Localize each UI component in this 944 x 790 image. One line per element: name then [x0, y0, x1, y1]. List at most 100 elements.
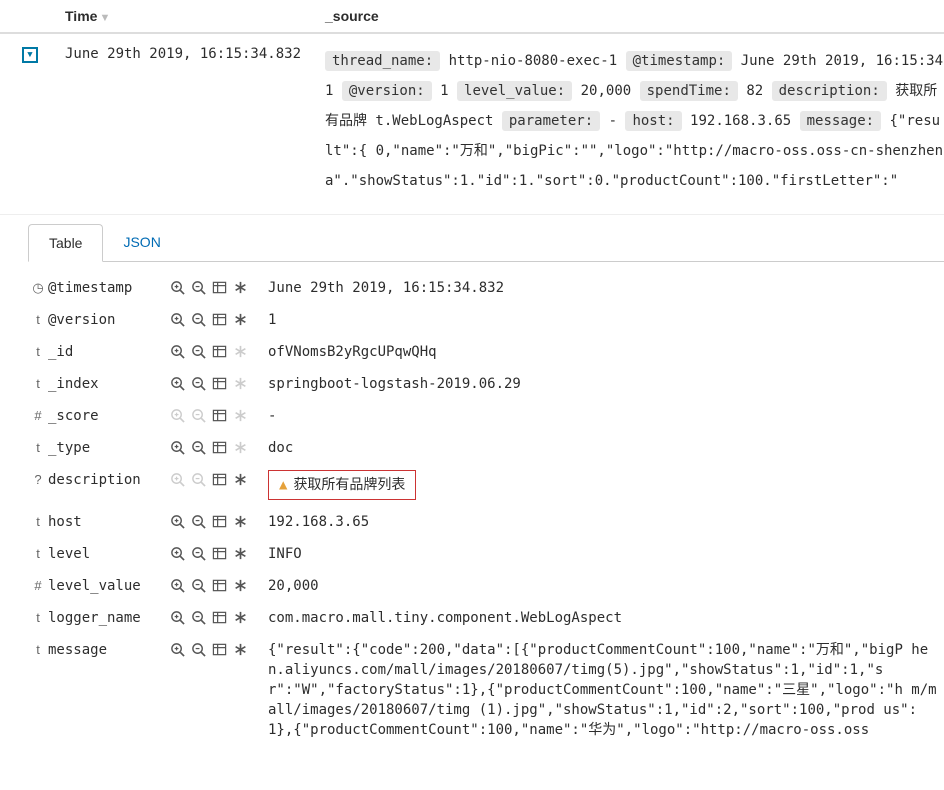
- field-detail-table: ◷ @timestamp June 29th 2019, 16:15:34.832 t…: [28, 272, 944, 746]
- filter-for-value-icon[interactable]: [170, 344, 185, 359]
- field-row: #level_value20,000: [28, 570, 944, 602]
- filter-for-value-icon[interactable]: [170, 440, 185, 455]
- field-badge: level_value:: [457, 81, 572, 101]
- field-row: tlevelINFO: [28, 538, 944, 570]
- field-badge: description:: [772, 81, 887, 101]
- filter-exists-icon[interactable]: [233, 610, 248, 625]
- tab-json[interactable]: JSON: [103, 224, 180, 262]
- filter-exists-icon[interactable]: [233, 408, 248, 423]
- field-name: level_value: [48, 576, 170, 596]
- filter-exists-icon[interactable]: [233, 376, 248, 391]
- toggle-column-icon[interactable]: [212, 642, 227, 657]
- filter-for-value-icon[interactable]: [170, 376, 185, 391]
- field-name: _id: [48, 342, 170, 362]
- tab-table[interactable]: Table: [28, 224, 103, 262]
- toggle-column-icon[interactable]: [212, 546, 227, 561]
- detail-tabs: Table JSON: [28, 223, 944, 262]
- filter-for-value-icon[interactable]: [170, 546, 185, 561]
- filter-out-value-icon[interactable]: [191, 514, 206, 529]
- expand-toggle-button[interactable]: ▼: [22, 47, 38, 63]
- toggle-column-icon[interactable]: [212, 472, 227, 487]
- toggle-column-icon[interactable]: [212, 610, 227, 625]
- toggle-column-icon[interactable]: [212, 344, 227, 359]
- filter-exists-icon[interactable]: [233, 344, 248, 359]
- field-badge: parameter:: [502, 111, 600, 131]
- field-type-icon: #: [28, 406, 48, 426]
- field-type-icon: ◷: [28, 278, 48, 298]
- field-actions: [170, 438, 268, 455]
- filter-out-value-icon[interactable]: [191, 408, 206, 423]
- field-actions: [170, 406, 268, 423]
- toggle-column-icon[interactable]: [212, 376, 227, 391]
- doc-source-value: thread_name: http-nio-8080-exec-1 @times…: [325, 46, 944, 196]
- field-actions: [170, 470, 268, 487]
- filter-out-value-icon[interactable]: [191, 280, 206, 295]
- field-type-icon: t: [28, 512, 48, 532]
- field-name: @timestamp: [48, 278, 170, 298]
- field-row: t_typedoc: [28, 432, 944, 464]
- field-row: t_indexspringboot-logstash-2019.06.29: [28, 368, 944, 400]
- field-badge: @timestamp:: [626, 51, 733, 71]
- filter-for-value-icon[interactable]: [170, 578, 185, 593]
- field-value: ofVNomsB2yRgcUPqwQHq: [268, 344, 437, 360]
- filter-out-value-icon[interactable]: [191, 578, 206, 593]
- field-actions: [170, 278, 268, 295]
- clock-icon: ◷: [32, 280, 43, 295]
- field-value: June 29th 2019, 16:15:34.832: [268, 280, 504, 296]
- field-type-icon: t: [28, 310, 48, 330]
- column-header-source[interactable]: _source: [325, 8, 944, 24]
- filter-exists-icon[interactable]: [233, 514, 248, 529]
- field-badge: @version:: [342, 81, 432, 101]
- filter-exists-icon[interactable]: [233, 312, 248, 327]
- field-badge: thread_name:: [325, 51, 440, 71]
- filter-for-value-icon[interactable]: [170, 514, 185, 529]
- field-value: com.macro.mall.tiny.component.WebLogAspe…: [268, 610, 622, 626]
- toggle-column-icon[interactable]: [212, 440, 227, 455]
- field-name: host: [48, 512, 170, 532]
- field-row: ?description▲获取所有品牌列表: [28, 464, 944, 506]
- field-value-warning: ▲获取所有品牌列表: [268, 470, 416, 500]
- filter-out-value-icon[interactable]: [191, 344, 206, 359]
- toggle-column-icon[interactable]: [212, 312, 227, 327]
- table-header: Time▼ _source: [0, 0, 944, 34]
- field-actions: [170, 576, 268, 593]
- field-row: ◷ @timestamp June 29th 2019, 16:15:34.832: [28, 272, 944, 304]
- filter-for-value-icon[interactable]: [170, 280, 185, 295]
- filter-for-value-icon[interactable]: [170, 408, 185, 423]
- filter-out-value-icon[interactable]: [191, 642, 206, 657]
- column-header-time[interactable]: Time▼: [45, 8, 325, 24]
- filter-exists-icon[interactable]: [233, 578, 248, 593]
- filter-for-value-icon[interactable]: [170, 642, 185, 657]
- filter-exists-icon[interactable]: [233, 642, 248, 657]
- filter-out-value-icon[interactable]: [191, 312, 206, 327]
- filter-out-value-icon[interactable]: [191, 376, 206, 391]
- filter-exists-icon[interactable]: [233, 440, 248, 455]
- document-row: ▼ June 29th 2019, 16:15:34.832 thread_na…: [0, 34, 944, 215]
- field-name: @version: [48, 310, 170, 330]
- filter-for-value-icon[interactable]: [170, 610, 185, 625]
- field-value: INFO: [268, 546, 302, 562]
- filter-out-value-icon[interactable]: [191, 546, 206, 561]
- toggle-column-icon[interactable]: [212, 280, 227, 295]
- filter-exists-icon[interactable]: [233, 472, 248, 487]
- field-actions: [170, 544, 268, 561]
- filter-exists-icon[interactable]: [233, 546, 248, 561]
- field-actions: [170, 512, 268, 529]
- filter-out-value-icon[interactable]: [191, 610, 206, 625]
- field-value: springboot-logstash-2019.06.29: [268, 376, 521, 392]
- field-type-icon: t: [28, 342, 48, 362]
- field-badge: host:: [625, 111, 681, 131]
- field-row: t_id ofVNomsB2yRgcUPqwQHq: [28, 336, 944, 368]
- filter-exists-icon[interactable]: [233, 280, 248, 295]
- field-value: doc: [268, 440, 293, 456]
- filter-for-value-icon[interactable]: [170, 312, 185, 327]
- filter-out-value-icon[interactable]: [191, 440, 206, 455]
- toggle-column-icon[interactable]: [212, 514, 227, 529]
- field-name: description: [48, 470, 170, 490]
- warning-icon: ▲: [279, 477, 287, 493]
- field-actions: [170, 608, 268, 625]
- toggle-column-icon[interactable]: [212, 578, 227, 593]
- toggle-column-icon[interactable]: [212, 408, 227, 423]
- filter-out-value-icon[interactable]: [191, 472, 206, 487]
- filter-for-value-icon[interactable]: [170, 472, 185, 487]
